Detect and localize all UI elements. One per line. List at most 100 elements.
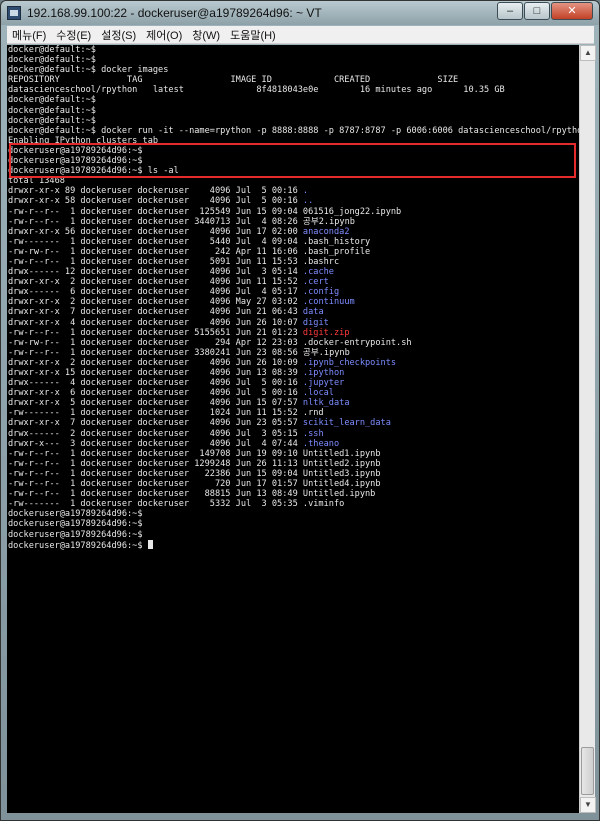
- terminal-line: dockeruser@a19789264d96:~$: [8, 530, 579, 540]
- terminal-text: -rw-r--r-- 1 dockeruser dockeruser 34407…: [8, 216, 355, 227]
- terminal-window: 192.168.99.100:22 - dockeruser@a19789264…: [0, 0, 600, 821]
- terminal-text: drwxr-xr-x 4 dockeruser dockeruser 4096 …: [8, 317, 303, 328]
- directory-name: scikit_learn_data: [302, 418, 391, 429]
- terminal-text: docker@default:~$ docker run -it --name=…: [8, 125, 579, 136]
- close-button[interactable]: ✕: [551, 2, 593, 20]
- terminal-line: docker@default:~$: [8, 95, 579, 105]
- directory-name: anaconda2: [302, 226, 350, 237]
- terminal-line: docker@default:~$: [8, 116, 579, 126]
- directory-name: digit: [302, 317, 329, 328]
- terminal-line: REPOSITORY TAG IMAGE ID CREATED SIZE: [8, 75, 579, 85]
- terminal-line: -rw-r--r-- 1 dockeruser dockeruser 720 J…: [8, 479, 579, 489]
- terminal-line: dockeruser@a19789264d96:~$: [8, 509, 579, 519]
- terminal-line: drwxr-xr-x 7 dockeruser dockeruser 4096 …: [8, 307, 579, 317]
- terminal-line: -rw-r--r-- 1 dockeruser dockeruser 34407…: [8, 217, 579, 227]
- menu-bar: 메뉴(F) 수정(E) 설정(S) 제어(O) 창(W) 도움말(H): [7, 26, 594, 44]
- window-title: 192.168.99.100:22 - dockeruser@a19789264…: [27, 6, 322, 20]
- terminal-text: dockeruser@a19789264d96:~$: [8, 509, 143, 520]
- terminal-line: docker@default:~$: [8, 45, 579, 55]
- minimize-button[interactable]: –: [497, 2, 523, 20]
- terminal-line: -rw------- 1 dockeruser dockeruser 1024 …: [8, 408, 579, 418]
- directory-name: data: [302, 307, 324, 318]
- terminal-line: drwx------ 4 dockeruser dockeruser 4096 …: [8, 378, 579, 388]
- terminal-text: drwxr-xr-x 15 dockeruser dockeruser 4096…: [8, 368, 303, 378]
- menu-edit[interactable]: 수정(E): [51, 27, 96, 43]
- vertical-scrollbar[interactable]: ▲ ▼: [579, 45, 596, 813]
- terminal-screen[interactable]: docker@default:~$ docker@default:~$ docker…: [7, 45, 579, 813]
- menu-help[interactable]: 도움말(H): [225, 27, 281, 43]
- terminal-text: -rw-r--r-- 1 dockeruser dockeruser 12554…: [8, 206, 402, 217]
- terminal-text: drwxr-xr-x 2 dockeruser dockeruser 4096 …: [8, 297, 303, 308]
- terminal-text: drwx------ 4 dockeruser dockeruser 4096 …: [8, 378, 303, 389]
- terminal-line: -rw-r--r-- 1 dockeruser dockeruser 88815…: [8, 489, 579, 499]
- directory-name: .jupyter: [302, 378, 345, 389]
- terminal-text: drwx------ 12 dockeruser dockeruser 4096…: [8, 267, 303, 278]
- terminal-line: drwxr-xr-x 89 dockeruser dockeruser 4096…: [8, 186, 579, 196]
- menu-window[interactable]: 창(W): [187, 27, 225, 43]
- directory-name: .config: [302, 287, 340, 298]
- terminal-text: docker@default:~$: [8, 105, 96, 116]
- terminal-line: drwxr-xr-x 4 dockeruser dockeruser 4096 …: [8, 318, 579, 328]
- terminal-text: -rw------- 1 dockeruser dockeruser 5440 …: [8, 236, 371, 247]
- terminal-line: drwxr-xr-x 7 dockeruser dockeruser 4096 …: [8, 418, 579, 428]
- terminal-text: docker@default:~$: [8, 55, 96, 66]
- terminal-text: drwxr-x--- 3 dockeruser dockeruser 4096 …: [8, 438, 303, 449]
- directory-name: nltk_data: [302, 398, 350, 409]
- terminal-line: -rw-rw-r-- 1 dockeruser dockeruser 242 A…: [8, 247, 579, 257]
- terminal-line: drwx------ 12 dockeruser dockeruser 4096…: [8, 267, 579, 277]
- terminal-line: docker@default:~$ docker images: [8, 65, 579, 75]
- window-controls: – □ ✕: [496, 2, 593, 20]
- terminal-line: drwx------ 2 dockeruser dockeruser 4096 …: [8, 429, 579, 439]
- directory-name: .ipython: [302, 368, 345, 378]
- directory-name: .cert: [302, 277, 329, 288]
- terminal-line: docker@default:~$: [8, 55, 579, 65]
- terminal-output: docker@default:~$ docker@default:~$ docker…: [8, 45, 579, 551]
- archive-name: digit.zip: [302, 327, 350, 338]
- terminal-text: drwxr-xr-x 2 dockeruser dockeruser 4096 …: [8, 357, 303, 368]
- scroll-up-arrow-icon[interactable]: ▲: [580, 45, 596, 61]
- menu-file[interactable]: 메뉴(F): [7, 27, 51, 43]
- terminal-line: docker@default:~$: [8, 106, 579, 116]
- terminal-line: drwxr-xr-x 2 dockeruser dockeruser 4096 …: [8, 297, 579, 307]
- terminal-text: drwxr-xr-x 89 dockeruser dockeruser 4096…: [8, 186, 303, 197]
- scroll-down-arrow-icon[interactable]: ▼: [580, 797, 596, 813]
- terminal-text: docker@default:~$: [8, 115, 96, 126]
- directory-name: .theano: [302, 438, 340, 449]
- terminal-text: drwxr-xr-x 6 dockeruser dockeruser 4096 …: [8, 388, 303, 399]
- terminal-line: drwxr-xr-x 6 dockeruser dockeruser 4096 …: [8, 388, 579, 398]
- terminal-text: drwx------ 2 dockeruser dockeruser 4096 …: [8, 428, 303, 439]
- directory-name: .local: [302, 388, 334, 399]
- terminal-app-icon[interactable]: [7, 6, 21, 20]
- terminal-text: -rw-r--r-- 1 dockeruser dockeruser 33802…: [8, 347, 350, 358]
- terminal-text: drwxr-xr-x 2 dockeruser dockeruser 4096 …: [8, 277, 303, 288]
- terminal-line: -rw-r--r-- 1 dockeruser dockeruser 22386…: [8, 469, 579, 479]
- terminal-text: docker@default:~$ docker images: [8, 65, 169, 76]
- terminal-line: drwxr-xr-x 56 dockeruser dockeruser 4096…: [8, 227, 579, 237]
- terminal-line: -rw-r--r-- 1 dockeruser dockeruser 33802…: [8, 348, 579, 358]
- maximize-button[interactable]: □: [524, 2, 550, 20]
- terminal-text: -rw-r--r-- 1 dockeruser dockeruser 14970…: [8, 448, 381, 459]
- terminal-text: -rw-rw-r-- 1 dockeruser dockeruser 294 A…: [8, 337, 412, 348]
- directory-name: .continuum: [302, 297, 355, 308]
- terminal-text: -rw-r--r-- 1 dockeruser dockeruser 720 J…: [8, 479, 381, 490]
- directory-name: .: [302, 186, 309, 197]
- terminal-line: drwxr-xr-x 2 dockeruser dockeruser 4096 …: [8, 277, 579, 287]
- terminal-line: -rw-r--r-- 1 dockeruser dockeruser 12992…: [8, 459, 579, 469]
- terminal-text: -rw-r--r-- 1 dockeruser dockeruser 12992…: [8, 458, 381, 469]
- terminal-line: datascienceschool/rpython latest 8f48180…: [8, 85, 579, 95]
- menu-settings[interactable]: 설정(S): [96, 27, 141, 43]
- terminal-line: -rw-r--r-- 1 dockeruser dockeruser 5091 …: [8, 257, 579, 267]
- terminal-line: drwxr-x--- 3 dockeruser dockeruser 4096 …: [8, 439, 579, 449]
- terminal-line: drwxr-xr-x 58 dockeruser dockeruser 4096…: [8, 196, 579, 206]
- terminal-text: -rw-r--r-- 1 dockeruser dockeruser 5091 …: [8, 256, 340, 267]
- menu-control[interactable]: 제어(O): [141, 27, 187, 43]
- terminal-line: drwx------ 6 dockeruser dockeruser 4096 …: [8, 287, 579, 297]
- terminal-line: drwxr-xr-x 5 dockeruser dockeruser 4096 …: [8, 398, 579, 408]
- terminal-line: -rw-rw-r-- 1 dockeruser dockeruser 294 A…: [8, 338, 579, 348]
- text-cursor: [147, 539, 153, 549]
- terminal-text: dockeruser@a19789264d96:~$: [8, 519, 143, 530]
- terminal-text: -rw-rw-r-- 1 dockeruser dockeruser 242 A…: [8, 246, 371, 257]
- terminal-line: -rw------- 1 dockeruser dockeruser 5332 …: [8, 499, 579, 509]
- scrollbar-thumb[interactable]: [581, 747, 594, 795]
- title-bar[interactable]: 192.168.99.100:22 - dockeruser@a19789264…: [1, 1, 599, 25]
